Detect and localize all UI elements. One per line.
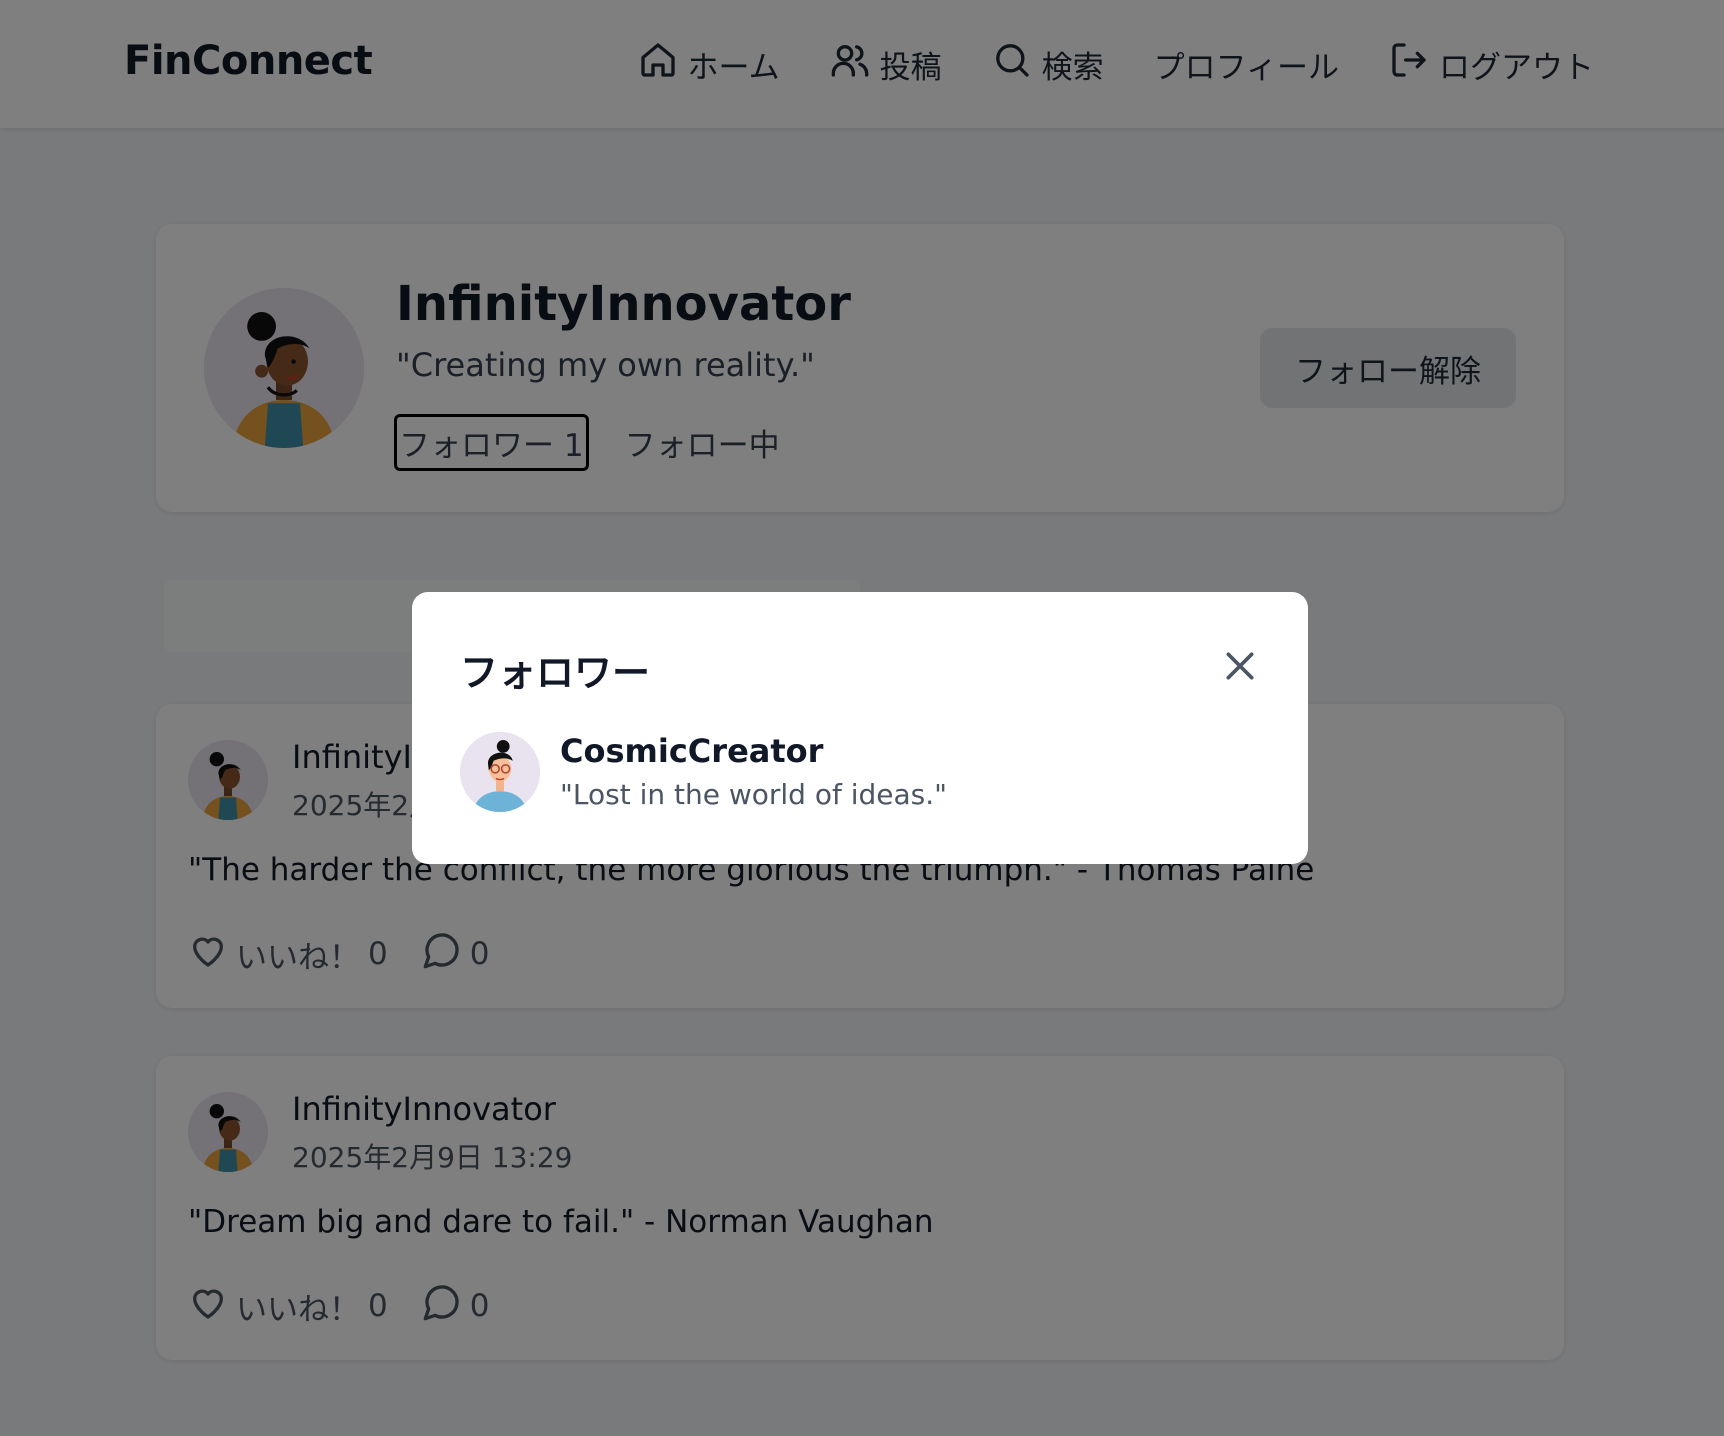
follower-bio: "Lost in the world of ideas." xyxy=(560,778,948,811)
follower-name[interactable]: CosmicCreator xyxy=(560,732,823,770)
close-icon[interactable] xyxy=(1220,646,1260,686)
follower-item[interactable]: CosmicCreator "Lost in the world of idea… xyxy=(460,732,1260,816)
followers-modal: フォロワー CosmicCreator "Lost in the world o… xyxy=(412,592,1308,864)
modal-title: フォロワー xyxy=(460,651,651,695)
avatar xyxy=(460,732,540,812)
